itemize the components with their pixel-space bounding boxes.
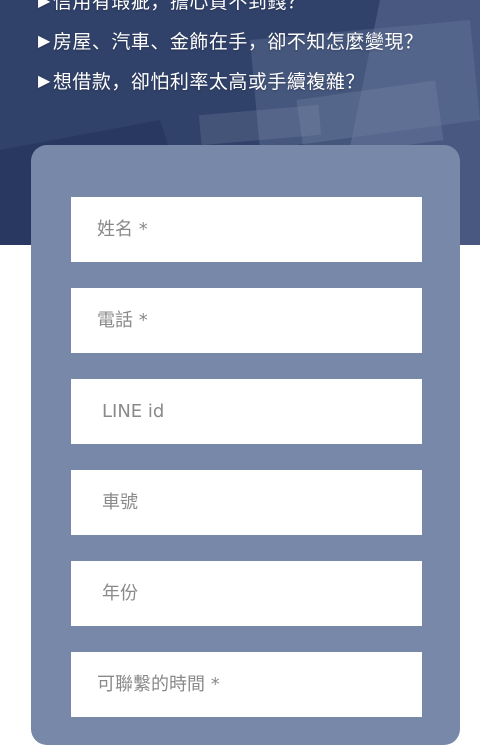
hero-bullet-list: ▶ 信用有瑕疵，擔心貸不到錢？ ▶ 房屋、汽車、金飾在手，卻不知怎麼變現？ ▶ … [38,0,423,100]
phone-input[interactable] [71,288,422,353]
contact-time-input[interactable] [71,652,422,717]
contact-form-card [31,145,460,745]
hero-bullet-text: 房屋、汽車、金飾在手，卻不知怎麼變現？ [52,30,424,53]
hero-bullet: ▶ 信用有瑕疵，擔心貸不到錢？ [38,0,423,20]
hero-bullet-text: 想借款，卻怕利率太高或手續複雜？ [52,70,365,93]
year-input[interactable] [71,561,422,626]
play-arrow-icon: ▶ [38,0,51,10]
hero-bullet: ▶ 房屋、汽車、金飾在手，卻不知怎麼變現？ [38,20,423,60]
hero-bullet-text: 信用有瑕疵，擔心貸不到錢？ [52,0,307,13]
hero-bullet: ▶ 想借款，卻怕利率太高或手續複雜？ [38,60,423,100]
play-arrow-icon: ▶ [38,70,51,90]
line-id-input[interactable] [71,379,422,444]
play-arrow-icon: ▶ [38,30,51,50]
car-plate-input[interactable] [71,470,422,535]
name-input[interactable] [71,197,422,262]
